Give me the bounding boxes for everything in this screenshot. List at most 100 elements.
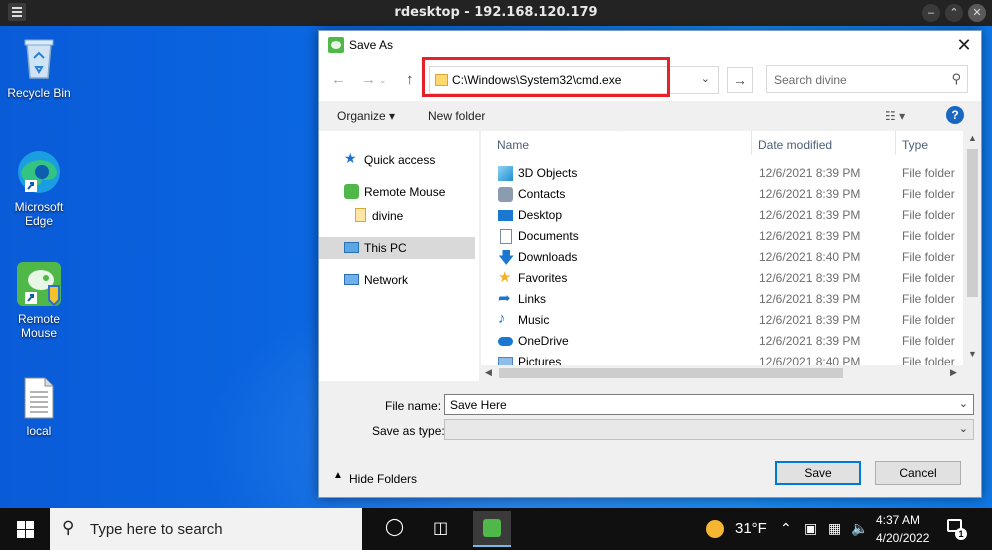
chevron-down-icon[interactable]: ⌄ <box>379 75 387 86</box>
column-divider[interactable] <box>751 131 752 155</box>
file-row[interactable]: 🡇 Downloads 12/6/2021 8:40 PM File folde… <box>481 247 963 268</box>
file-row[interactable]: Documents 12/6/2021 8:39 PM File folder <box>481 226 963 247</box>
desktop-icon-label: Remote Mouse <box>17 312 61 340</box>
task-view-icon[interactable]: ◫ <box>433 518 448 538</box>
file-name: Music <box>518 313 550 327</box>
network-icon <box>344 274 359 285</box>
weather-temperature[interactable]: 31°F <box>735 520 767 537</box>
dialog-title: Save As <box>349 38 394 52</box>
desktop-icon-recycle-bin[interactable]: Recycle Bin <box>1 34 77 100</box>
file-row[interactable]: OneDrive 12/6/2021 8:39 PM File folder <box>481 331 963 352</box>
file-row[interactable]: Desktop 12/6/2021 8:39 PM File folder <box>481 205 963 226</box>
scroll-right-icon[interactable]: ▶ <box>950 367 957 378</box>
view-options-icon[interactable]: ☷ ▾ <box>885 109 905 123</box>
file-row[interactable]: Contacts 12/6/2021 8:39 PM File folder <box>481 184 963 205</box>
hide-folders-button[interactable]: Hide Folders <box>349 472 417 486</box>
cortana-icon[interactable]: ◯ <box>385 517 404 537</box>
chevron-down-icon[interactable]: ⌄ <box>701 72 710 85</box>
nav-item-network[interactable]: Network <box>319 269 479 291</box>
desktop-icon-label: Recycle Bin <box>7 86 71 100</box>
save-button[interactable]: Save <box>775 461 861 485</box>
clock-date[interactable]: 4/20/2022 <box>876 531 929 545</box>
nav-item-this-pc[interactable]: This PC <box>319 237 475 259</box>
desktop-icon-label: local <box>26 424 52 438</box>
desktop-icon-local[interactable]: local <box>1 376 77 438</box>
scroll-up-icon[interactable]: ▲ <box>968 133 977 143</box>
nav-item-quick-access[interactable]: ★ Quick access <box>319 149 479 171</box>
nav-item-label: Remote Mouse <box>364 185 446 199</box>
file-name: Favorites <box>518 271 568 285</box>
new-folder-button[interactable]: New folder <box>428 109 485 123</box>
column-name[interactable]: Name <box>497 138 529 152</box>
search-icon: ⚲ <box>951 71 961 86</box>
horizontal-scrollbar[interactable]: ◀ ▶ <box>481 365 964 381</box>
up-arrow-icon[interactable]: ↑ <box>406 71 414 88</box>
search-input[interactable]: Search divine <box>774 73 847 87</box>
organize-button[interactable]: Organize ▾ <box>337 109 395 123</box>
chevron-up-icon[interactable]: ⌃ <box>780 520 792 537</box>
folder-icon <box>355 208 366 222</box>
file-type: File folder <box>902 229 955 243</box>
minimize-icon[interactable]: – <box>922 4 940 22</box>
vertical-scrollbar[interactable]: ▲ ▼ <box>964 131 981 381</box>
scroll-down-icon[interactable]: ▼ <box>968 349 977 359</box>
link-arrow-icon: ➦ <box>498 290 511 307</box>
scroll-left-icon[interactable]: ◀ <box>485 367 492 378</box>
weather-sun-icon[interactable] <box>706 520 724 538</box>
close-icon[interactable]: ✕ <box>953 34 975 56</box>
back-arrow-icon[interactable]: ← <box>331 71 346 88</box>
contacts-icon <box>498 187 513 202</box>
file-type: File folder <box>902 166 955 180</box>
file-date: 12/6/2021 8:39 PM <box>759 229 861 243</box>
scrollbar-thumb[interactable] <box>967 149 978 297</box>
desktop-icon-remote-mouse[interactable]: Remote Mouse <box>1 260 77 340</box>
rdesktop-title: rdesktop - 192.168.120.179 <box>394 5 598 20</box>
scrollbar-thumb[interactable] <box>499 368 843 378</box>
nav-item-divine[interactable]: divine <box>319 205 479 227</box>
file-name-input[interactable]: Save Here <box>450 398 507 412</box>
save-as-type-select[interactable]: ⌄ <box>444 419 974 440</box>
nav-item-remote-mouse[interactable]: Remote Mouse <box>319 181 479 203</box>
file-row[interactable]: ♪ Music 12/6/2021 8:39 PM File folder <box>481 310 963 331</box>
taskbar-search-input[interactable]: Type here to search <box>90 521 223 538</box>
star-icon: ★ <box>344 150 357 166</box>
desktop-icon-edge[interactable]: Microsoft Edge <box>1 148 77 228</box>
notification-center-icon[interactable]: 1 <box>945 518 967 540</box>
cloud-icon <box>498 337 513 346</box>
file-name: Downloads <box>518 250 578 264</box>
file-name: Links <box>518 292 547 306</box>
help-icon[interactable]: ? <box>946 106 964 124</box>
search-box[interactable]: Search divine ⚲ <box>766 65 968 93</box>
clock-time[interactable]: 4:37 AM <box>876 513 920 527</box>
file-type: File folder <box>902 292 955 306</box>
chevron-up-icon[interactable]: ▲ <box>333 470 343 481</box>
file-type: File folder <box>902 187 955 201</box>
taskbar-remote-mouse-button[interactable] <box>473 511 511 547</box>
file-name-field[interactable]: Save Here ⌄ <box>444 394 974 415</box>
close-icon[interactable]: ✕ <box>968 4 986 22</box>
dialog-footer: File name: Save Here ⌄ Save as type: ⌄ ▲… <box>319 381 981 497</box>
meet-now-icon[interactable]: ▣ <box>804 520 817 537</box>
file-date: 12/6/2021 8:39 PM <box>759 166 861 180</box>
desktop-icon-label: Microsoft Edge <box>14 200 64 228</box>
volume-icon[interactable]: 🔈 <box>851 520 868 537</box>
column-date-modified[interactable]: Date modified <box>758 138 832 152</box>
file-row[interactable]: ★ Favorites 12/6/2021 8:39 PM File folde… <box>481 268 963 289</box>
column-divider[interactable] <box>895 131 896 155</box>
chevron-down-icon[interactable]: ⌄ <box>959 397 968 410</box>
go-arrow-icon[interactable]: → <box>727 67 753 93</box>
taskbar-search-box[interactable]: ⚲ Type here to search <box>50 508 362 550</box>
text-file-icon <box>24 377 54 419</box>
maximize-icon[interactable]: ⌃ <box>945 4 963 22</box>
forward-arrow-icon[interactable]: → <box>361 71 376 88</box>
nav-item-label: Network <box>364 273 409 287</box>
network-icon[interactable]: ▦ <box>828 520 841 537</box>
windows-start-icon[interactable] <box>17 521 34 538</box>
file-row[interactable]: ➦ Links 12/6/2021 8:39 PM File folder <box>481 289 963 310</box>
file-row[interactable]: 3D Objects 12/6/2021 8:39 PM File folder <box>481 163 963 184</box>
column-type[interactable]: Type <box>902 138 928 152</box>
cancel-button[interactable]: Cancel <box>875 461 961 485</box>
file-name: 3D Objects <box>518 166 578 180</box>
chevron-down-icon[interactable]: ⌄ <box>959 422 968 435</box>
nav-item-label: Quick access <box>364 153 436 167</box>
